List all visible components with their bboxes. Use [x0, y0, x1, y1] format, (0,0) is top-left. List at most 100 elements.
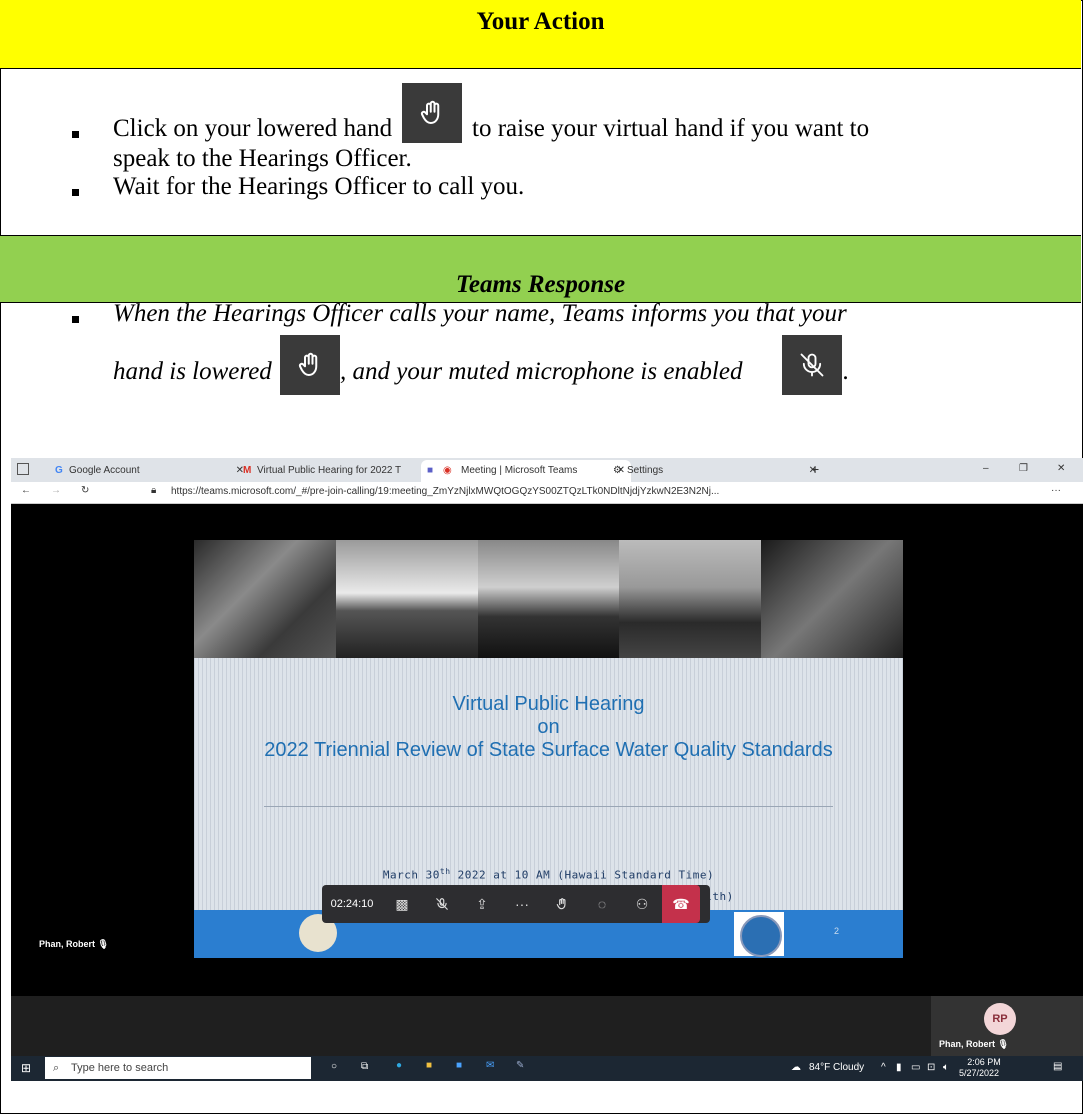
back-icon[interactable]: ← — [21, 485, 31, 496]
more-icon[interactable]: ··· — [1051, 485, 1061, 496]
meeting-controls-bar: 02:24:10 ▩ ⇪ ··· ◌ ⚇ ☎ — [322, 885, 710, 923]
store-icon[interactable]: ■ — [456, 1060, 462, 1071]
slide-page-number: 2 — [834, 926, 840, 936]
address-bar: ← → ↻ 🔒︎ https://teams.microsoft.com/_#/… — [11, 482, 1083, 504]
response-line-1: When the Hearings Officer calls your nam… — [113, 300, 847, 327]
file-explorer-icon[interactable]: ■ — [426, 1060, 432, 1071]
participant-name-tile: Phan, Robert 🎙︎ — [939, 1039, 1009, 1050]
mute-microphone-icon[interactable] — [422, 885, 462, 923]
participant-name-text: Phan, Robert — [39, 939, 96, 949]
beach-photo — [335, 540, 478, 658]
bay-photo — [619, 540, 762, 658]
tray-chevron-icon[interactable]: ^ — [881, 1062, 886, 1073]
clock-time[interactable]: 2:06 PM — [964, 1057, 1004, 1067]
meeting-bottom-area — [11, 996, 1083, 1056]
browser-tab-bar: G Google Account ✕ M Virtual Public Hear… — [11, 458, 1083, 482]
action-bullet-1-line2: speak to the Hearings Officer. — [113, 145, 412, 172]
close-window-icon[interactable]: ✕ — [1057, 463, 1065, 474]
mail-icon[interactable]: ✉ — [486, 1060, 494, 1071]
url-text[interactable]: https://teams.microsoft.com/_#/pre-join-… — [171, 486, 719, 497]
bullet-square — [72, 189, 79, 196]
tab-label: Meeting | Microsoft Teams — [461, 465, 578, 476]
slide-date: March 30th 2022 at 10 AM (Hawaii Standar… — [194, 867, 903, 882]
minimize-icon[interactable]: – — [983, 463, 989, 474]
tab-virtual-public-hearing[interactable]: M Virtual Public Hearing for 2022 T ✕ — [239, 460, 432, 482]
action-bullet-1-text: Click on your lowered hand — [113, 115, 393, 142]
forward-icon[interactable]: → — [51, 485, 61, 496]
department-logo-icon — [734, 912, 784, 957]
share-screen-icon[interactable]: ⇪ — [462, 885, 502, 923]
slide-title-line-1: Virtual Public Hearing — [452, 693, 645, 715]
tab-google-account[interactable]: G Google Account ✕ — [51, 460, 244, 482]
chat-icon[interactable]: ◌ — [582, 885, 622, 923]
tab-label: Settings — [627, 465, 664, 476]
response-line-2-end: . — [843, 358, 850, 385]
slide-date-pre: March 30 — [382, 868, 440, 882]
task-view-icon[interactable]: ⧉ — [361, 1061, 368, 1072]
your-action-title: Your Action — [476, 8, 605, 35]
windows-start-icon[interactable]: ⊞ — [21, 1061, 31, 1075]
camera-off-icon[interactable]: ▩ — [382, 885, 422, 923]
weather-icon: ☁ — [791, 1062, 801, 1073]
tab-actions-icon[interactable] — [17, 463, 29, 475]
teams-meeting-screenshot: G Google Account ✕ M Virtual Public Hear… — [11, 458, 1083, 1081]
bullet-square — [72, 316, 79, 323]
network-icon[interactable]: ⊡ — [927, 1062, 935, 1073]
search-placeholder: Type here to search — [71, 1062, 169, 1074]
slide-date-post: 2022 at 10 AM (Hawaii Standard Time) — [450, 868, 715, 882]
gear-icon: ⚙ — [613, 465, 622, 476]
your-action-header: Your Action — [0, 0, 1081, 69]
meeting-timer: 02:24:10 — [330, 898, 374, 910]
volume-icon[interactable]: 🔈︎ — [943, 1062, 949, 1073]
cortana-icon[interactable]: ○ — [331, 1061, 337, 1072]
windows-taskbar: ⊞ ⌕ Type here to search ○ ⧉ ● ■ ■ ✉ ✎ ☁ … — [11, 1056, 1083, 1081]
tab-label: Virtual Public Hearing for 2022 T — [257, 465, 402, 476]
slide-date-sup: th — [439, 867, 451, 876]
slide-title-line-2: on — [537, 716, 560, 738]
lock-icon: 🔒︎ — [151, 485, 157, 496]
tab-teams-meeting[interactable]: ■ ◉ Meeting | Microsoft Teams ✕ — [421, 460, 631, 482]
raise-hand-icon — [402, 83, 462, 143]
clock-date[interactable]: 5/27/2022 — [959, 1068, 999, 1078]
shoreline-photo — [477, 540, 620, 658]
weather-text[interactable]: 84°F Cloudy — [809, 1062, 864, 1073]
muted-icon: 🎙︎ — [97, 939, 109, 949]
muted-icon: 🎙︎ — [997, 1039, 1009, 1049]
slide-divider — [264, 806, 833, 807]
more-actions-icon[interactable]: ··· — [502, 885, 542, 923]
teams-response-title: Teams Response — [455, 271, 626, 298]
tab-settings[interactable]: ⚙ Settings ✕ — [609, 460, 817, 482]
muted-microphone-icon — [782, 335, 842, 395]
restore-icon[interactable]: ❐ — [1019, 463, 1028, 474]
tab-label: Google Account — [69, 465, 140, 476]
raise-hand-button[interactable] — [542, 885, 582, 923]
response-line-2-part1: hand is lowered — [113, 358, 272, 385]
microphone-icon[interactable]: ▮ — [896, 1062, 902, 1073]
participant-name-main: Phan, Robert 🎙︎ — [39, 939, 109, 950]
participant-tile-name-text: Phan, Robert — [939, 1039, 996, 1049]
action-bullet-2-text: Wait for the Hearings Officer to call yo… — [113, 173, 525, 200]
action-section: Click on your lowered hand to raise your… — [0, 69, 1081, 236]
taskbar-search-input[interactable]: ⌕ Type here to search — [45, 1057, 311, 1079]
refresh-icon[interactable]: ↻ — [81, 485, 89, 496]
fern-photo — [761, 540, 903, 658]
slide-photo-banner — [194, 540, 903, 658]
search-icon: ⌕ — [53, 1062, 60, 1074]
action-bullet-1-text-cont: to raise your virtual hand if you want t… — [472, 115, 870, 142]
teams-icon: ■ — [427, 465, 434, 476]
hang-up-button[interactable]: ☎ — [662, 885, 700, 923]
paint-icon[interactable]: ✎ — [516, 1060, 524, 1071]
notifications-icon[interactable]: ▤ — [1053, 1061, 1062, 1072]
waterfall-photo — [194, 540, 336, 658]
gmail-icon: M — [243, 465, 252, 476]
avatar: RP — [984, 1003, 1016, 1035]
response-line-2-part2: , and your muted microphone is enabled — [340, 358, 743, 385]
new-tab-icon[interactable]: + — [811, 461, 819, 477]
slide-title-line-3: 2022 Triennial Review of State Surface W… — [264, 739, 833, 761]
edge-icon[interactable]: ● — [396, 1060, 402, 1071]
battery-icon[interactable]: ▭ — [911, 1062, 920, 1073]
participants-icon[interactable]: ⚇ — [622, 885, 662, 923]
google-icon: G — [55, 465, 63, 476]
recording-icon: ◉ — [443, 465, 452, 476]
bullet-square — [72, 131, 79, 138]
